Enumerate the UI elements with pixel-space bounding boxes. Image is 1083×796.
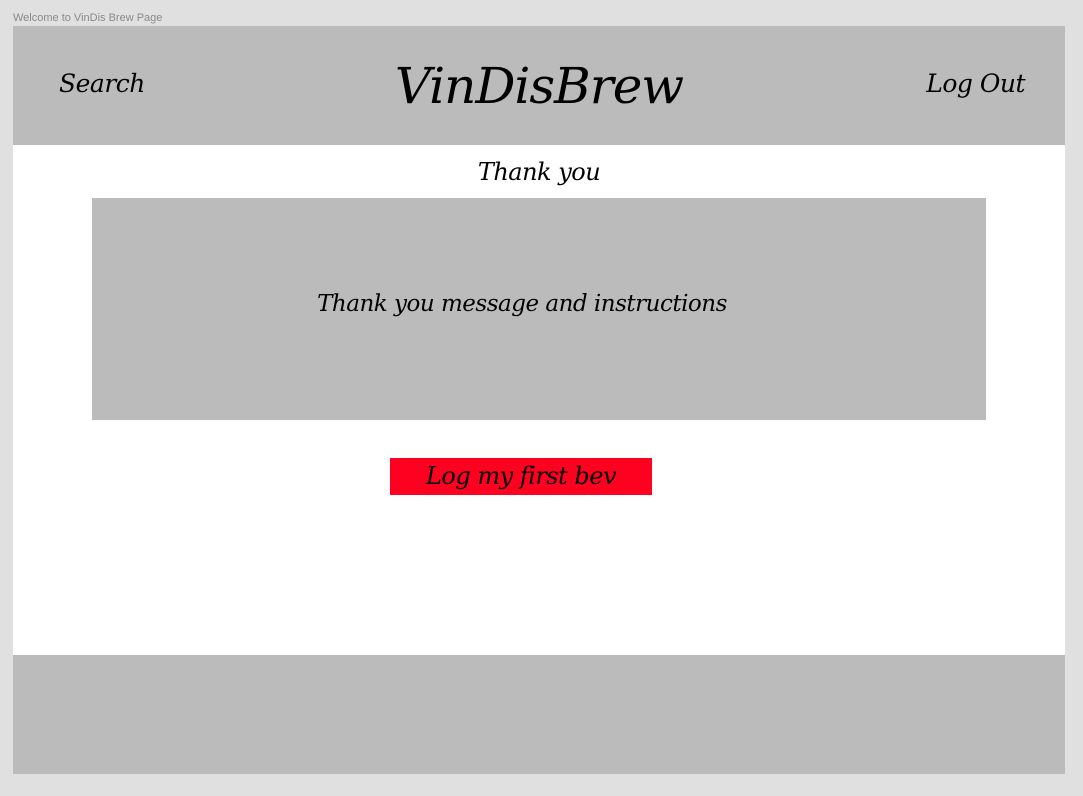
footer [13,655,1065,774]
log-first-bev-button[interactable]: Log my first bev [390,458,652,495]
page-title: Thank you [477,158,601,186]
page: Search VinDisBrew Log Out Thank you Than… [13,26,1065,774]
header: Search VinDisBrew Log Out [13,26,1065,145]
message-text: Thank you message and instructions [317,291,727,317]
frame-title: Welcome to VinDis Brew Page [13,12,163,24]
brand-logo[interactable]: VinDisBrew [13,56,1065,116]
message-panel: Thank you message and instructions [92,198,986,420]
logout-link[interactable]: Log Out [926,69,1025,99]
